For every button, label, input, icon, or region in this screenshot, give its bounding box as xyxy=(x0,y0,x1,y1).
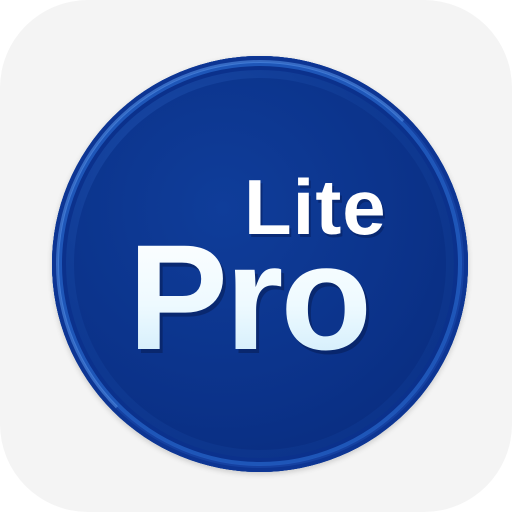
pro-label: Pro xyxy=(128,213,372,381)
app-icon-tile: Lite Pro xyxy=(0,0,512,512)
